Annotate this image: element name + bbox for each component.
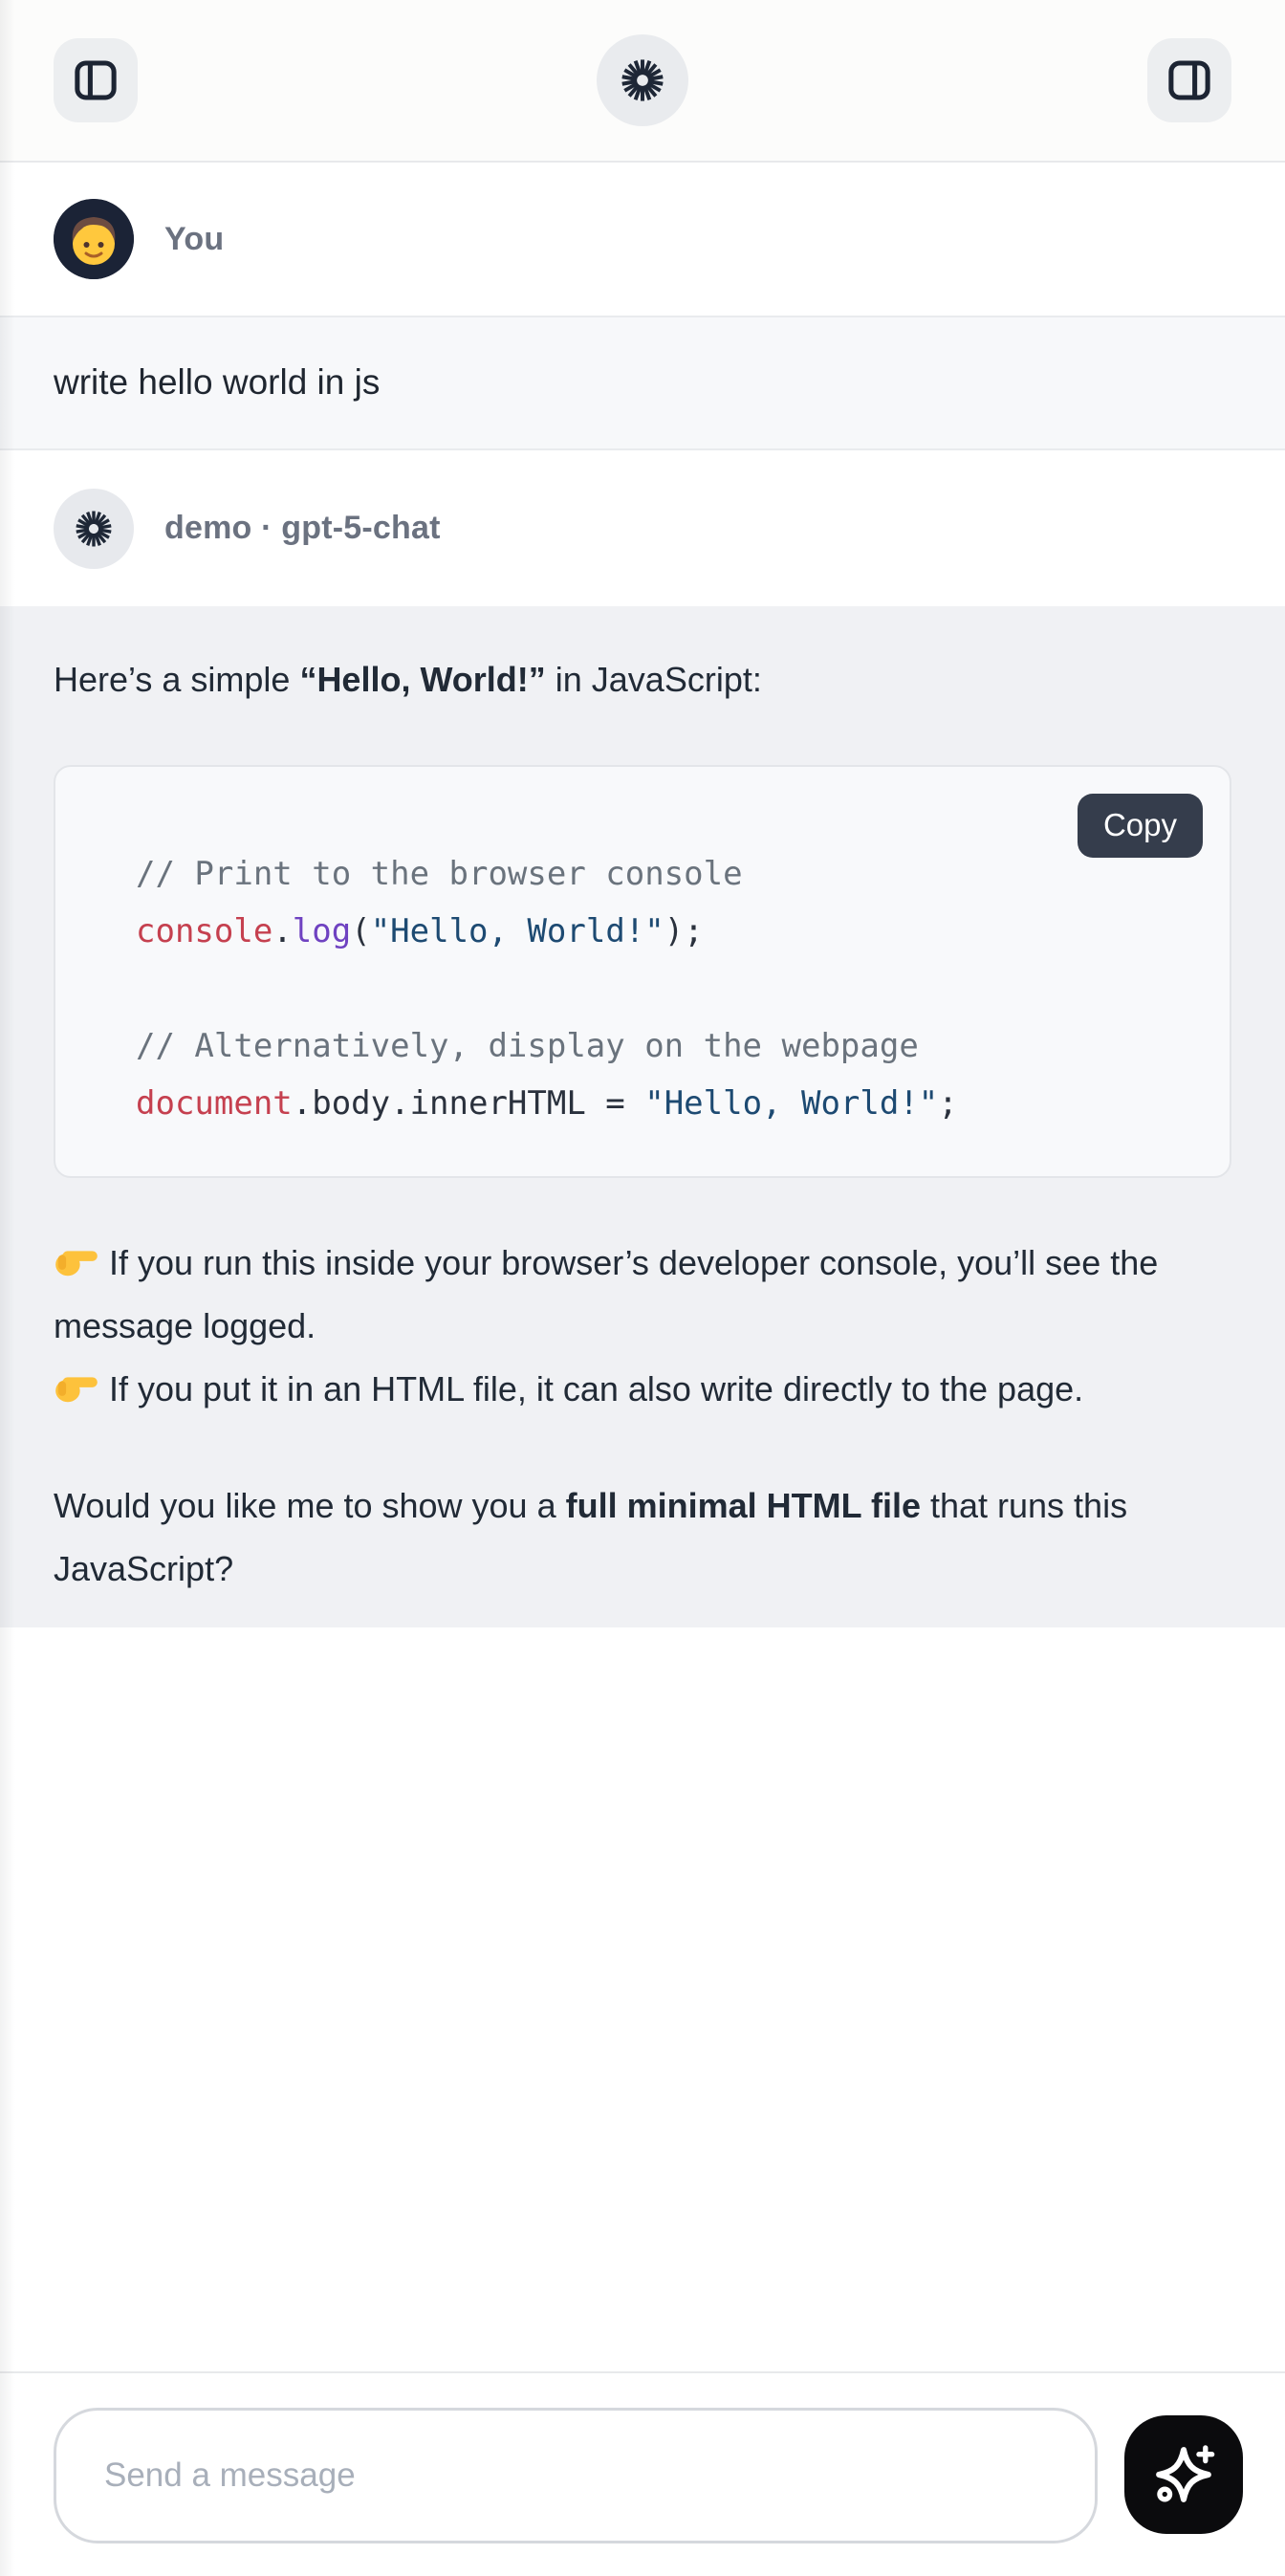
message-input[interactable]: Send a message (54, 2408, 1098, 2543)
intro-text: Here’s a simple (54, 660, 299, 699)
model-home-button[interactable] (597, 34, 688, 126)
user-avatar (54, 199, 134, 279)
assistant-sender-row: demo · gpt-5-chat (0, 450, 1285, 606)
starburst-icon (71, 506, 117, 552)
point-right-emoji-icon (54, 1240, 99, 1278)
message-input-placeholder: Send a message (104, 2456, 356, 2495)
code-block: Copy // Print to the browser console con… (54, 765, 1231, 1178)
starburst-icon (616, 54, 669, 107)
person-emoji-icon (54, 199, 134, 279)
assistant-message: demo · gpt-5-chat Here’s a simple “Hello… (0, 450, 1285, 1627)
intro-text-after: in JavaScript: (546, 660, 762, 699)
code-content: // Print to the browser console console.… (55, 767, 1230, 1176)
right-panel-toggle-button[interactable] (1147, 38, 1231, 122)
conversation: You write hello world in js demo · gpt-5… (0, 163, 1285, 2371)
sidebar-toggle-button[interactable] (54, 38, 138, 122)
user-sender-row: You (0, 163, 1285, 316)
assistant-message-body: Here’s a simple “Hello, World!” in JavaS… (0, 606, 1285, 1627)
chat-app: You write hello world in js demo · gpt-5… (0, 0, 1285, 2576)
code-line: document.body.innerHTML = "Hello, World!… (136, 1075, 1191, 1132)
top-bar (0, 0, 1285, 163)
panel-left-icon (70, 55, 121, 106)
tip-line: If you put it in an HTML file, it can al… (54, 1358, 1231, 1421)
composer: Send a message (0, 2371, 1285, 2576)
user-message-block: write hello world in js (0, 316, 1285, 450)
intro-bold-text: “Hello, World!” (299, 660, 545, 699)
assistant-avatar (54, 489, 134, 569)
code-line: // Alternatively, display on the webpage (136, 1017, 1191, 1075)
tip-text: If you run this inside your browser’s de… (54, 1243, 1158, 1345)
user-sender-label: You (164, 221, 224, 258)
question-bold-text: full minimal HTML file (566, 1486, 921, 1525)
code-line: // Print to the browser console (136, 845, 1191, 903)
intro-paragraph: Here’s a simple “Hello, World!” in JavaS… (54, 648, 1231, 711)
question-text: Would you like me to show you a (54, 1486, 566, 1525)
point-right-emoji-icon (54, 1366, 99, 1405)
sparkle-icon (1147, 2438, 1220, 2511)
code-line-empty (136, 960, 1191, 1017)
tip-line: If you run this inside your browser’s de… (54, 1232, 1231, 1358)
copy-button[interactable]: Copy (1078, 794, 1203, 858)
user-message-text: write hello world in js (54, 361, 1231, 404)
tip-text: If you put it in an HTML file, it can al… (109, 1369, 1083, 1408)
question-paragraph: Would you like me to show you a full min… (54, 1474, 1231, 1601)
panel-right-icon (1164, 55, 1215, 106)
user-message: You write hello world in js (0, 163, 1285, 450)
tips-paragraph: If you run this inside your browser’s de… (54, 1232, 1231, 1421)
code-line: console.log("Hello, World!"); (136, 903, 1191, 960)
send-button[interactable] (1124, 2415, 1243, 2534)
assistant-sender-label: demo · gpt-5-chat (164, 510, 441, 547)
